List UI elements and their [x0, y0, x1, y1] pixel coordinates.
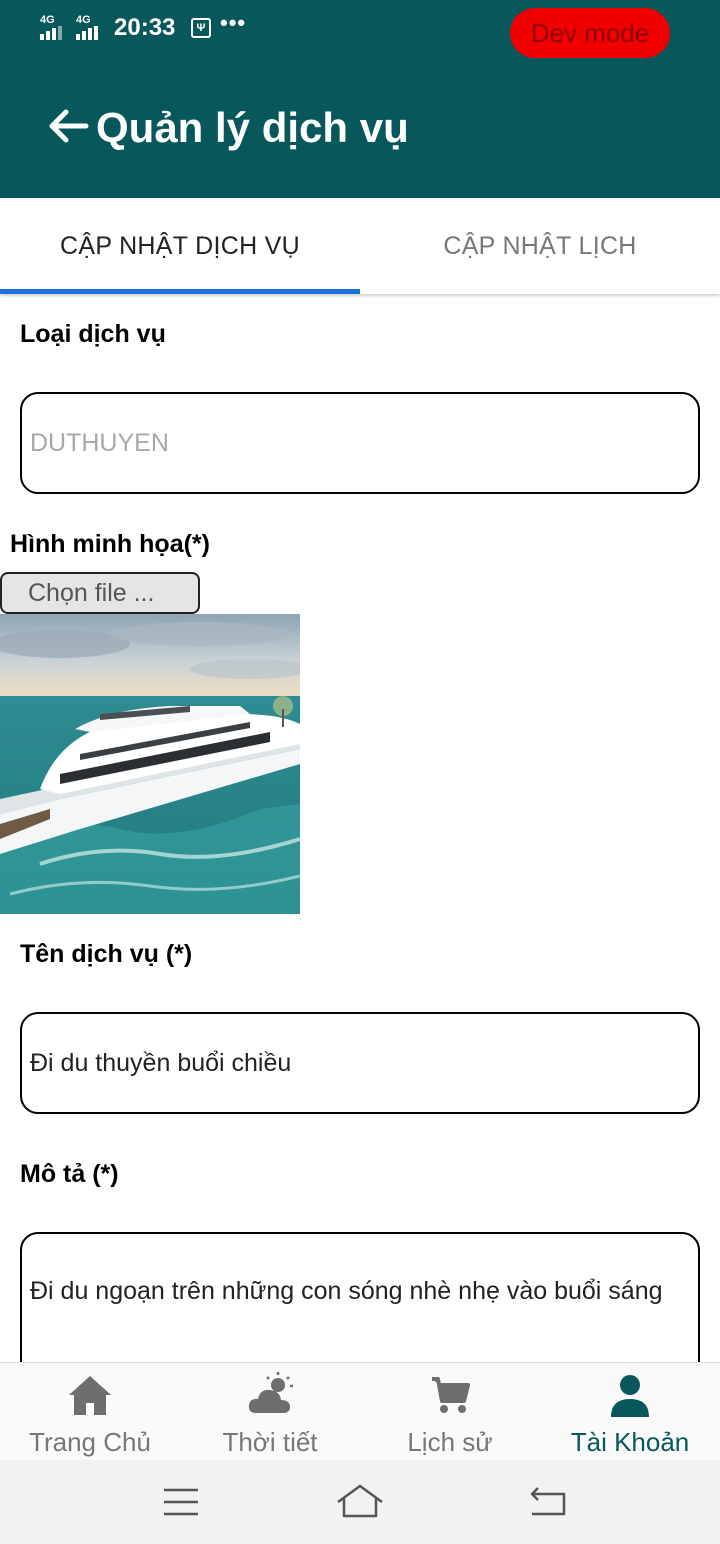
image-label: Hình minh họa(*) — [10, 530, 210, 558]
nav-home[interactable]: Trang Chủ — [0, 1363, 180, 1461]
bottom-navigation: Trang Chủ Thời tiết Lịch sử Tài Khoản — [0, 1362, 720, 1460]
signal-bars-icon — [40, 26, 62, 40]
arrow-left-icon — [49, 109, 89, 143]
recent-apps-button[interactable] — [156, 1482, 206, 1522]
service-type-field[interactable]: DUTHUYEN — [20, 392, 700, 494]
more-notifications-icon: ••• — [220, 10, 247, 35]
screen: 4G 4G 20:33 Ψ ••• Dev mode Quản lý dịch … — [0, 0, 720, 1544]
system-home-button[interactable] — [335, 1482, 385, 1522]
nav-account-label: Tài Khoản — [570, 1427, 690, 1457]
weather-icon — [248, 1372, 293, 1413]
signal-indicator-1: 4G — [40, 14, 62, 40]
service-image — [0, 614, 300, 914]
service-name-field[interactable]: Đi du thuyền buổi chiều — [20, 1012, 700, 1114]
active-tab-indicator — [0, 289, 360, 294]
dev-mode-badge[interactable]: Dev mode — [510, 8, 670, 58]
system-back-button[interactable] — [524, 1482, 574, 1522]
back-button[interactable] — [46, 104, 90, 148]
nav-account[interactable]: Tài Khoản — [540, 1363, 720, 1461]
nav-history-label: Lịch sử — [407, 1427, 493, 1457]
menu-icon — [164, 1488, 198, 1516]
signal-label-1: 4G — [40, 14, 55, 26]
nav-weather-label: Thời tiết — [222, 1427, 318, 1457]
home-outline-icon — [337, 1484, 383, 1518]
choose-file-button[interactable]: Chọn file ... — [0, 572, 200, 614]
back-icon — [530, 1487, 566, 1516]
tab-update-schedule[interactable]: CẬP NHẬT LỊCH — [360, 198, 720, 294]
usb-debug-icon: Ψ — [191, 18, 211, 38]
home-icon — [69, 1376, 111, 1415]
page-title: Quản lý dịch vụ — [96, 104, 409, 151]
cart-icon — [432, 1377, 470, 1413]
service-type-label: Loại dịch vụ — [20, 320, 166, 348]
signal-label-2: 4G — [76, 14, 91, 26]
account-icon — [611, 1375, 649, 1417]
description-label: Mô tả (*) — [20, 1160, 119, 1188]
signal-bars-icon — [76, 26, 98, 40]
nav-home-label: Trang Chủ — [29, 1427, 151, 1457]
tab-bar: CẬP NHẬT DỊCH VỤ CẬP NHẬT LỊCH — [0, 198, 720, 294]
nav-weather[interactable]: Thời tiết — [180, 1363, 360, 1461]
tab-update-service[interactable]: CẬP NHẬT DỊCH VỤ — [0, 198, 360, 294]
signal-indicator-2: 4G — [76, 14, 98, 40]
nav-history[interactable]: Lịch sử — [360, 1363, 540, 1461]
system-navigation-bar — [0, 1460, 720, 1544]
app-header: 4G 4G 20:33 Ψ ••• Dev mode Quản lý dịch … — [0, 0, 720, 198]
service-name-label: Tên dịch vụ (*) — [20, 940, 193, 968]
status-time: 20:33 — [114, 14, 176, 41]
yacht-illustration — [0, 614, 300, 914]
status-bar: 4G 4G 20:33 Ψ ••• Dev mode — [0, 0, 720, 60]
